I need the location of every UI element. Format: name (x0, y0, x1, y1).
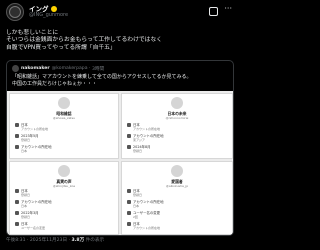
post-header: イング @ING_gunmore (6, 3, 68, 21)
profile-panel: 昭和維話 @showa_zatsu 日本 アカウントの所在地 2023年5月 登録日… (9, 93, 119, 159)
verified-badge-icon (50, 6, 57, 12)
panel-row: 2022年3月 登録日 (15, 211, 39, 219)
quote-avatar (12, 65, 19, 72)
views-label: 件の表示 (85, 238, 105, 243)
panel-avatar (58, 165, 70, 177)
globe-icon (15, 145, 19, 149)
panel-avatar (171, 97, 183, 109)
quote-text: 「昭和雑話」マアカウントを練乗して全ての国からアクセスしてるか見てみる。 中国の… (12, 74, 192, 87)
avatar-face (9, 6, 21, 18)
grok-icon[interactable] (209, 7, 218, 16)
panel-handle: @showa_zatsu (52, 116, 76, 120)
calendar-icon (15, 123, 19, 127)
profile-panel: 真実の声 @shinjitsu_koe 日本 登録日 アカウントの所在地 日本 20… (9, 161, 119, 235)
location-icon (127, 200, 131, 204)
edit-icon (127, 211, 131, 215)
panel-row: 2024年8月 登録日 (127, 145, 151, 153)
edit-icon (15, 222, 19, 226)
location-icon (15, 134, 19, 138)
quote-image-grid[interactable]: 昭和維話 @showa_zatsu 日本 アカウントの所在地 2023年5月 登録日… (7, 91, 233, 235)
panel-handle: @shinjitsu_koe (52, 184, 76, 188)
panel-row: 日本 ユーザー名の変更 (15, 222, 45, 230)
quoted-post[interactable]: nakomaker @komakerpapa · 3時間 「昭和雑話」マアカウン… (6, 60, 234, 236)
panel-row: 日本 アカウントの所在地 (15, 123, 48, 131)
views-count: 3.8万 (71, 238, 85, 243)
globe-icon (127, 222, 131, 226)
profile-panel: 愛国者 @aikokusha_jp 日本 登録日 アカウントの所在地 日本 ユーザー… (121, 161, 233, 235)
calendar-icon (127, 189, 131, 193)
panel-row: アカウントの所在地 日本 (15, 200, 52, 208)
panel-row: 日本 アカウントの所在地 (127, 222, 160, 230)
author-names: イング @ING_gunmore (29, 6, 68, 19)
post-footer: 午後8:31 · 2025年11月23日 · 3.8万 件の表示 (6, 237, 104, 243)
panel-handle: @aikokusha_jp (165, 184, 189, 188)
handle[interactable]: @ING_gunmore (29, 13, 68, 18)
quote-age: 3時間 (91, 66, 105, 72)
calendar-icon (15, 189, 19, 193)
panel-row: 2023年5月 登録日 (15, 134, 39, 142)
quote-name: nakomaker (21, 66, 50, 71)
quote-header: nakomaker @komakerpapa · 3時間 (12, 65, 104, 72)
panel-row: ユーザー名の変更 2回 (127, 211, 160, 219)
location-icon (15, 200, 19, 204)
panel-avatar (58, 97, 70, 109)
profile-panel: 日本の未来 @nihonnomirai 日本 アカウントの所在地 アカウントの所在… (121, 93, 233, 159)
panel-row: 日本 アカウントの所在地 (127, 123, 160, 131)
panel-row: アカウントの所在地 東アジア (127, 134, 164, 142)
panel-row: アカウントの所在地 日本 (15, 145, 52, 153)
panel-row: 日本 登録日 (15, 189, 30, 197)
panel-row: アカウントの所在地 日本 (127, 200, 164, 208)
globe-icon (15, 211, 19, 215)
post-body: しかも悲しいことに そいつらは金銭面からお金もらって工作してるわけではなく 自腹… (6, 30, 163, 51)
location-icon (127, 134, 131, 138)
globe-icon (127, 145, 131, 149)
panel-avatar (171, 165, 183, 177)
panel-row: 日本 登録日 (127, 189, 142, 197)
quote-handle: @komakerpapa (51, 66, 88, 71)
more-icon[interactable]: ··· (224, 4, 232, 13)
post-time[interactable]: 午後8:31 · 2025年11月23日 (6, 238, 67, 243)
avatar[interactable] (6, 3, 24, 21)
calendar-icon (127, 123, 131, 127)
panel-handle: @nihonnomirai (165, 116, 189, 120)
